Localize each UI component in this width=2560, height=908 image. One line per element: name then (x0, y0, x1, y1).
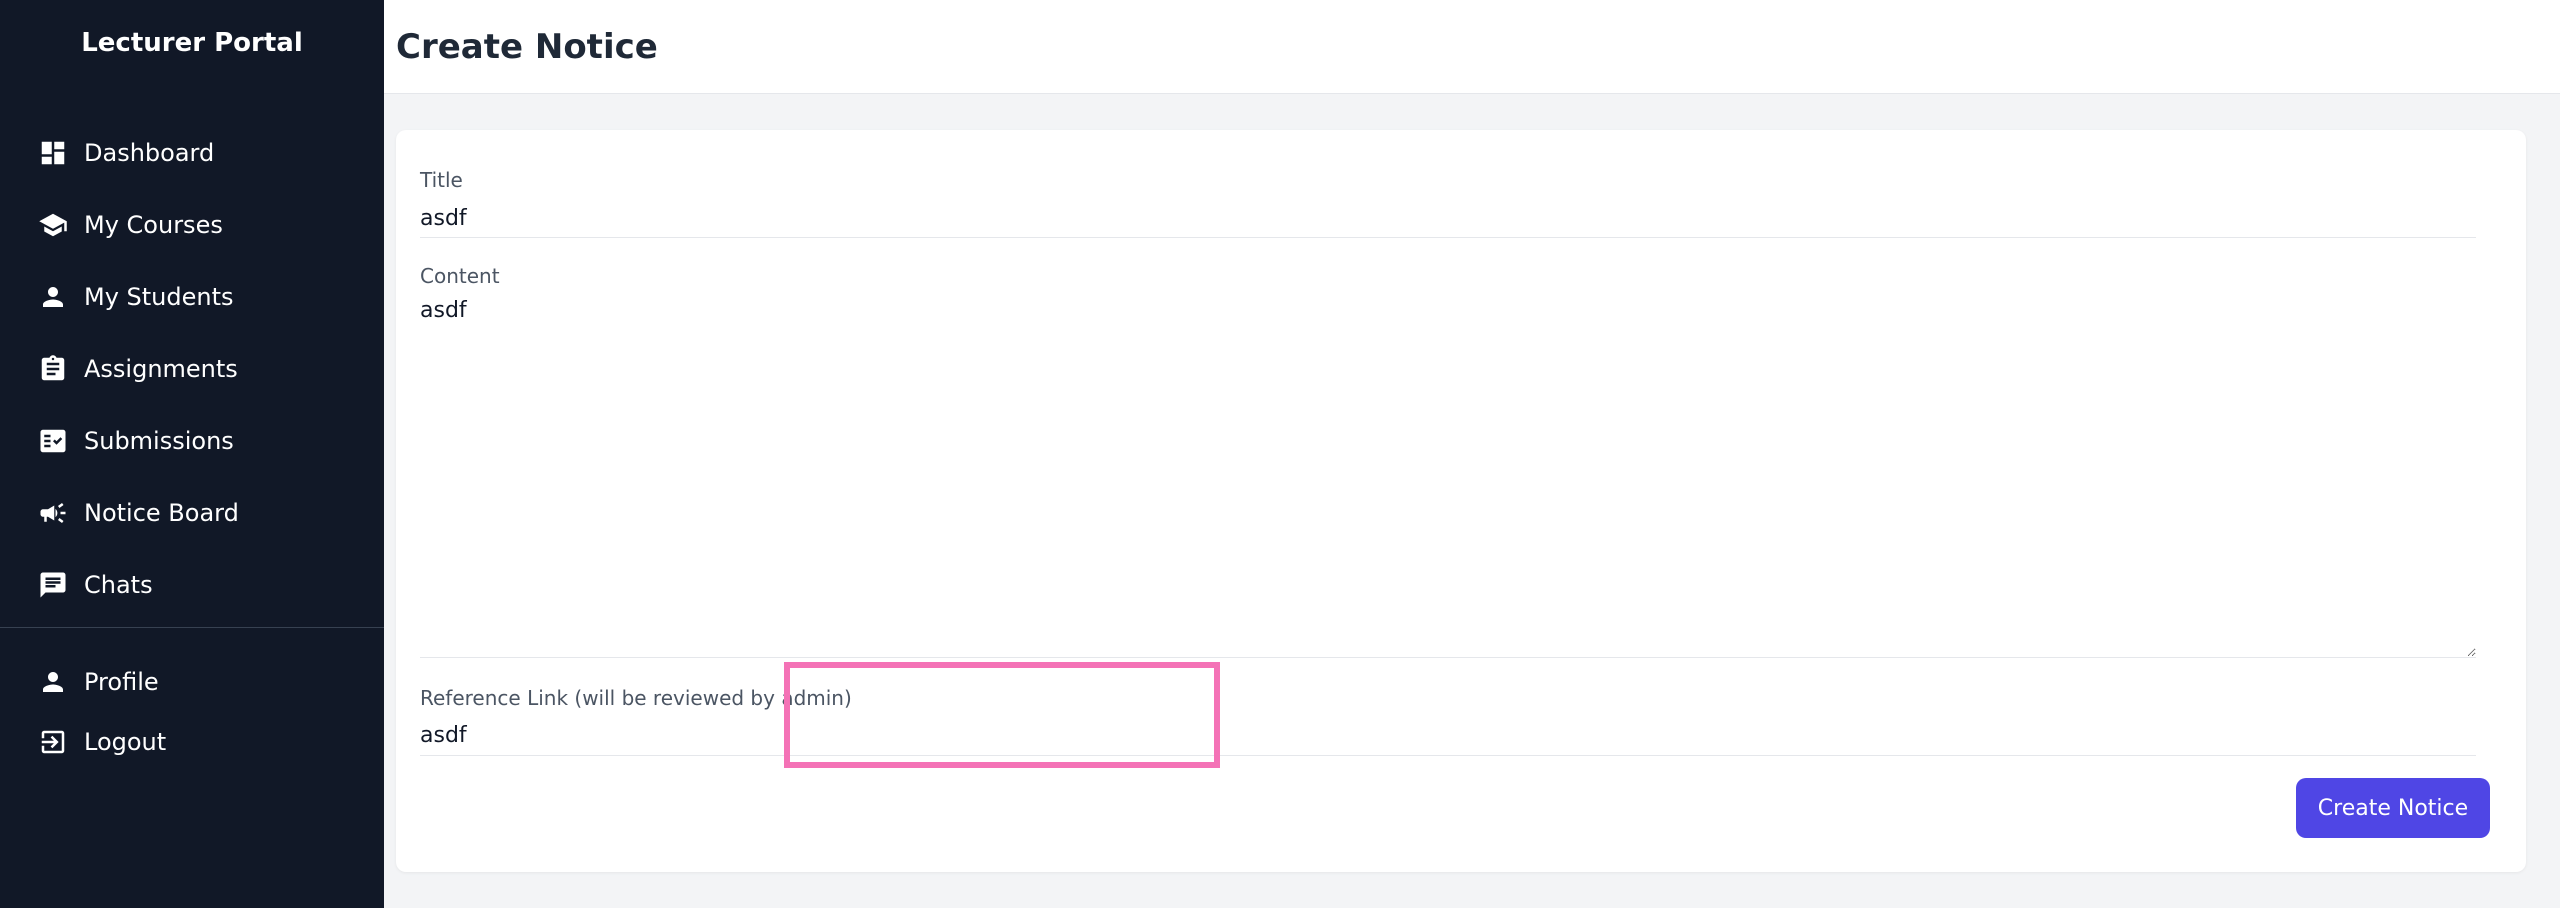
graduation-cap-icon (38, 210, 68, 240)
sidebar-item-profile[interactable]: Profile (0, 652, 384, 712)
sidebar-bottom-nav: Profile Logout (0, 652, 384, 772)
notice-form-card: Title Content asdf Reference Link (will … (396, 130, 2526, 872)
clipboard-icon (38, 354, 68, 384)
sidebar-item-my-students[interactable]: My Students (0, 261, 384, 333)
app-root: Lecturer Portal Dashboard My Courses My … (0, 0, 2560, 908)
main-content: Create Notice Title Content asdf Referen… (384, 0, 2560, 908)
dashboard-icon (38, 138, 68, 168)
sidebar-item-assignments[interactable]: Assignments (0, 333, 384, 405)
sidebar-item-label: Submissions (84, 427, 234, 455)
sidebar-item-notice-board[interactable]: Notice Board (0, 477, 384, 549)
megaphone-icon (38, 498, 68, 528)
reference-link-label: Reference Link (will be reviewed by admi… (420, 686, 852, 710)
person-icon (38, 282, 68, 312)
sidebar-item-label: Assignments (84, 355, 238, 383)
person-icon (38, 667, 68, 697)
sidebar-divider (0, 627, 384, 628)
sidebar-item-chats[interactable]: Chats (0, 549, 384, 621)
page-title: Create Notice (396, 26, 658, 67)
content-textarea[interactable]: asdf (420, 296, 2476, 658)
title-label: Title (420, 168, 463, 192)
checklist-icon (38, 426, 68, 456)
sidebar-nav: Dashboard My Courses My Students Assignm… (0, 117, 384, 621)
sidebar-item-label: Chats (84, 571, 153, 599)
sidebar-item-label: Dashboard (84, 139, 215, 167)
sidebar-item-label: Logout (84, 728, 167, 756)
sidebar-item-logout[interactable]: Logout (0, 712, 384, 772)
page-header: Create Notice (384, 0, 2560, 94)
sidebar-item-label: My Courses (84, 211, 223, 239)
brand-title: Lecturer Portal (81, 28, 303, 58)
title-input[interactable] (420, 200, 2476, 238)
content-label: Content (420, 264, 500, 288)
chat-bubble-icon (38, 570, 68, 600)
sidebar-item-submissions[interactable]: Submissions (0, 405, 384, 477)
create-notice-button[interactable]: Create Notice (2296, 778, 2490, 838)
sidebar-item-dashboard[interactable]: Dashboard (0, 117, 384, 189)
reference-link-input[interactable] (420, 716, 2476, 756)
sidebar-item-label: Notice Board (84, 499, 239, 527)
sidebar-item-my-courses[interactable]: My Courses (0, 189, 384, 261)
sidebar-item-label: Profile (84, 668, 159, 696)
logout-icon (38, 727, 68, 757)
sidebar: Lecturer Portal Dashboard My Courses My … (0, 0, 384, 908)
sidebar-item-label: My Students (84, 283, 234, 311)
